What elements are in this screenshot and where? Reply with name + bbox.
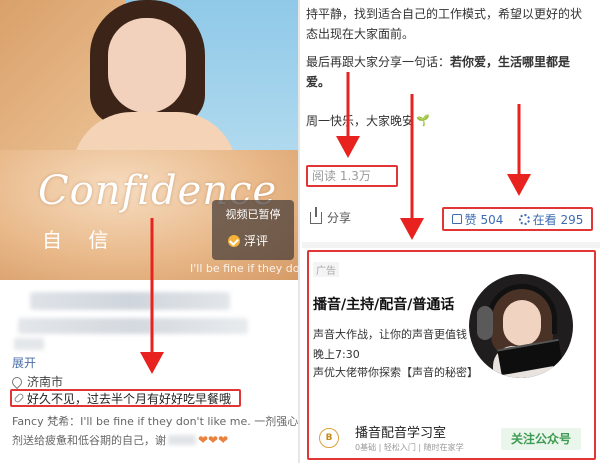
arrow-head xyxy=(400,218,424,240)
lyric-line: Fancy 梵希：I'll be fine if they don't like… xyxy=(12,415,299,428)
article-text: 最后再跟大家分享一句话： xyxy=(306,55,451,69)
blurred-text xyxy=(18,318,248,334)
annotation-arrow xyxy=(400,94,424,240)
section-divider xyxy=(302,242,600,248)
ad-title: 播音/主持/配音/普通话 xyxy=(313,297,455,313)
read-count: 阅读 1.3万 xyxy=(306,165,398,187)
video-caption: I'll be fine if they don't l xyxy=(190,262,300,275)
video-overlay-subtitle: 自 信 xyxy=(42,228,119,252)
post-title-highlight: 好久不见，过去半个月有好好吃早餐哦 xyxy=(10,389,241,407)
location-label: 济南市 xyxy=(27,375,64,389)
ad-image xyxy=(469,274,573,378)
follow-account-button[interactable]: 关注公众号 xyxy=(501,428,581,450)
annotation-arrow xyxy=(507,104,531,196)
blurred-text xyxy=(168,435,196,445)
like-count: 赞 504 xyxy=(464,212,504,227)
share-icon xyxy=(310,206,322,224)
arrow-shaft xyxy=(410,94,414,218)
article-paragraph: 持平静，找到适合自己的工作模式，希望以更好的状态出现在大家面前。 xyxy=(306,7,583,41)
expand-link[interactable]: 展开 xyxy=(12,354,36,371)
like-button[interactable]: 赞 504 xyxy=(451,211,504,228)
arrow-shaft xyxy=(150,218,154,352)
ad-line: 声音大作战，让你的声音更值钱 xyxy=(313,328,467,341)
article-text: 周一快乐，大家晚安 xyxy=(306,114,415,128)
link-icon xyxy=(13,392,25,404)
heart-emojis: ❤❤❤ xyxy=(198,433,229,447)
ad-tag: 广告 xyxy=(313,262,339,277)
location-pin-icon xyxy=(9,374,25,389)
float-comment-label: 浮评 xyxy=(244,234,269,248)
lyric-line: 剂送给疲惫和低谷期的自己，谢 ❤❤❤ xyxy=(12,432,228,448)
float-comment-button[interactable]: 浮评 xyxy=(228,232,268,249)
video-person-face xyxy=(108,18,186,113)
annotation-arrow xyxy=(140,218,164,374)
arrow-shaft xyxy=(517,104,521,174)
paused-panel: 视频已暂停 浮评 xyxy=(212,200,294,260)
ad-line: 声优大佬带你探索【声音的秘密】 xyxy=(313,366,478,379)
headphones-icon xyxy=(487,284,557,334)
annotation-arrow xyxy=(336,72,360,158)
post-title: 好久不见，过去半个月有好好吃早餐哦 xyxy=(27,391,232,406)
arrow-head xyxy=(336,136,360,158)
ad-line: 晚上7:30 xyxy=(313,348,360,361)
account-name[interactable]: 播音配音学习室 xyxy=(355,422,446,441)
right-article-panel: 持平静，找到适合自己的工作模式，希望以更好的状态出现在大家面前。 最后再跟大家分… xyxy=(302,0,600,463)
watching-count: 在看 295 xyxy=(532,212,584,227)
thumbs-up-icon xyxy=(451,214,462,224)
lyric-line-text: 剂送给疲惫和低谷期的自己，谢 xyxy=(12,434,166,447)
blurred-text xyxy=(14,338,44,350)
share-button[interactable]: 分享 xyxy=(310,206,352,226)
watching-icon xyxy=(518,213,530,225)
account-logo: B xyxy=(319,428,339,448)
location-tag[interactable]: 济南市 xyxy=(9,373,64,390)
paused-label: 视频已暂停 xyxy=(225,208,281,221)
ad-card[interactable]: 广告 播音/主持/配音/普通话 声音大作战，让你的声音更值钱 晚上7:30 声优… xyxy=(307,250,596,460)
share-label: 分享 xyxy=(327,211,352,225)
arrow-head xyxy=(507,174,531,196)
arrow-head xyxy=(140,352,164,374)
arrow-shaft xyxy=(346,72,350,136)
microphone-icon xyxy=(477,306,493,340)
blurred-text xyxy=(30,292,230,310)
watching-button[interactable]: 在看 295 xyxy=(518,211,584,228)
reaction-bar: 赞 504 在看 295 xyxy=(442,207,593,231)
check-icon xyxy=(228,234,240,247)
account-meta: 0基础 | 轻松入门 | 随时在家学 xyxy=(355,443,464,452)
